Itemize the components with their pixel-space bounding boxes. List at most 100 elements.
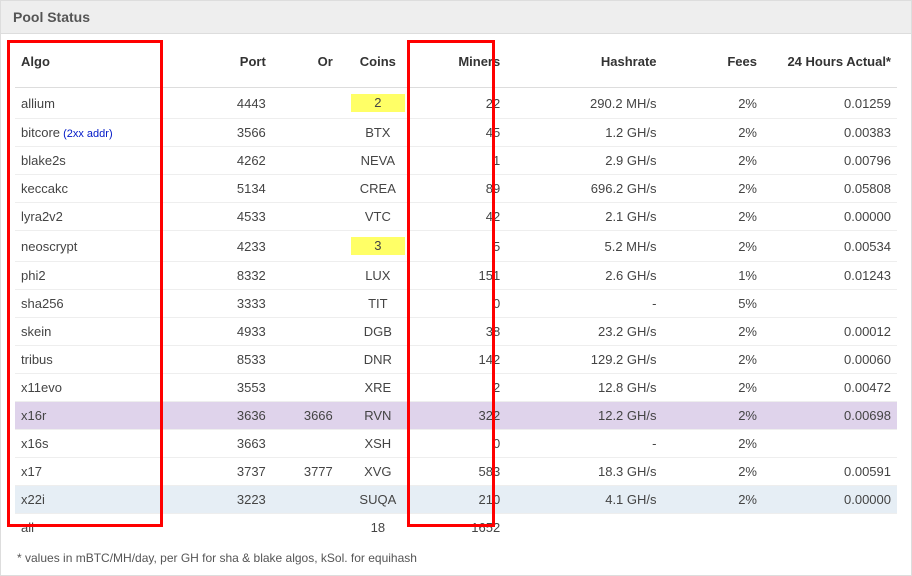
cell-fees: 2% [663, 203, 763, 231]
cell-port: 5134 [205, 175, 272, 203]
cell-hashrate: 2.6 GH/s [506, 262, 662, 290]
cell-port: 8533 [205, 346, 272, 374]
cell-fees: 2% [663, 346, 763, 374]
cell-port: 4533 [205, 203, 272, 231]
cell-hashrate: - [506, 290, 662, 318]
table-row[interactable]: allium4443222290.2 MH/s2%0.01259 [15, 88, 897, 119]
col-port[interactable]: Port [205, 44, 272, 88]
algo-link[interactable]: x11evo [21, 380, 62, 395]
algo-link[interactable]: sha256 [21, 296, 64, 311]
cell-coins: 18 [339, 514, 417, 542]
table-row[interactable]: blake2s4262NEVA12.9 GH/s2%0.00796 [15, 147, 897, 175]
table-row[interactable]: lyra2v24533VTC422.1 GH/s2%0.00000 [15, 203, 897, 231]
col-or[interactable]: Or [272, 44, 339, 88]
cell-miners: 0 [417, 430, 506, 458]
panel-title: Pool Status [1, 1, 911, 34]
table-row[interactable]: neoscrypt4233355.2 MH/s2%0.00534 [15, 231, 897, 262]
cell-coins: 3 [339, 231, 417, 262]
cell-miners: 22 [417, 88, 506, 119]
cell-or [272, 203, 339, 231]
table-row[interactable]: tribus8533DNR142129.2 GH/s2%0.00060 [15, 346, 897, 374]
cell-hashrate: 4.1 GH/s [506, 486, 662, 514]
cell-algo: x16s [15, 430, 205, 458]
cell-port: 3223 [205, 486, 272, 514]
cell-miners: 210 [417, 486, 506, 514]
cell-algo: lyra2v2 [15, 203, 205, 231]
cell-coins: XVG [339, 458, 417, 486]
cell-algo: x22i [15, 486, 205, 514]
cell-algo: bitcore (2xx addr) [15, 119, 205, 147]
table-row[interactable]: skein4933DGB3823.2 GH/s2%0.00012 [15, 318, 897, 346]
algo-link[interactable]: lyra2v2 [21, 209, 63, 224]
cell-port: 4233 [205, 231, 272, 262]
cell-fees: 2% [663, 402, 763, 430]
col-miners[interactable]: Miners [417, 44, 506, 88]
cell-fees: 5% [663, 290, 763, 318]
cell-fees: 2% [663, 119, 763, 147]
cell-coins: 2 [339, 88, 417, 119]
algo-link[interactable]: skein [21, 324, 51, 339]
cell-hashrate: 18.3 GH/s [506, 458, 662, 486]
cell-port: 3333 [205, 290, 272, 318]
algo-link[interactable]: bitcore [21, 125, 60, 140]
col-actual[interactable]: 24 Hours Actual* [763, 44, 897, 88]
cell-hashrate: 2.9 GH/s [506, 147, 662, 175]
col-fees[interactable]: Fees [663, 44, 763, 88]
table-row[interactable]: x1737373777XVG58318.3 GH/s2%0.00591 [15, 458, 897, 486]
cell-port: 8332 [205, 262, 272, 290]
cell-miners: 322 [417, 402, 506, 430]
cell-miners: 1 [417, 147, 506, 175]
algo-link[interactable]: neoscrypt [21, 239, 77, 254]
cell-or [272, 119, 339, 147]
cell-or: 3777 [272, 458, 339, 486]
cell-fees: 2% [663, 147, 763, 175]
cell-algo: allium [15, 88, 205, 119]
algo-link[interactable]: x17 [21, 464, 42, 479]
cell-actual [763, 290, 897, 318]
table-row[interactable]: keccakc5134CREA89696.2 GH/s2%0.05808 [15, 175, 897, 203]
col-hashrate[interactable]: Hashrate [506, 44, 662, 88]
coins-highlight: 3 [351, 237, 405, 255]
algo-link[interactable]: x16r [21, 408, 46, 423]
cell-miners: 583 [417, 458, 506, 486]
table-row[interactable]: sha2563333TIT0-5% [15, 290, 897, 318]
cell-actual: 0.01243 [763, 262, 897, 290]
cell-port: 3737 [205, 458, 272, 486]
cell-fees: 2% [663, 231, 763, 262]
cell-fees: 2% [663, 430, 763, 458]
algo-link[interactable]: tribus [21, 352, 53, 367]
cell-actual: 0.05808 [763, 175, 897, 203]
table-row[interactable]: x11evo3553XRE212.8 GH/s2%0.00472 [15, 374, 897, 402]
cell-actual: 0.00060 [763, 346, 897, 374]
algo-link[interactable]: x16s [21, 436, 48, 451]
cell-actual: 0.00000 [763, 203, 897, 231]
algo-link[interactable]: x22i [21, 492, 45, 507]
algo-link[interactable]: blake2s [21, 153, 66, 168]
cell-or [272, 175, 339, 203]
table-row[interactable]: phi28332LUX1512.6 GH/s1%0.01243 [15, 262, 897, 290]
cell-fees: 1% [663, 262, 763, 290]
cell-port [205, 514, 272, 542]
algo-link[interactable]: phi2 [21, 268, 46, 283]
table-row[interactable]: bitcore (2xx addr)3566BTX451.2 GH/s2%0.0… [15, 119, 897, 147]
table-row[interactable]: x16r36363666RVN32212.2 GH/s2%0.00698 [15, 402, 897, 430]
cell-fees: 2% [663, 175, 763, 203]
cell-algo: neoscrypt [15, 231, 205, 262]
cell-actual: 0.00534 [763, 231, 897, 262]
table-row[interactable]: x16s3663XSH0-2% [15, 430, 897, 458]
cell-hashrate: 1.2 GH/s [506, 119, 662, 147]
table-row[interactable]: x22i3223SUQA2104.1 GH/s2%0.00000 [15, 486, 897, 514]
algo-link[interactable]: allium [21, 96, 55, 111]
cell-fees: 2% [663, 486, 763, 514]
cell-or [272, 430, 339, 458]
col-coins[interactable]: Coins [339, 44, 417, 88]
pool-table: Algo Port Or Coins Miners Hashrate Fees … [15, 44, 897, 541]
col-algo[interactable]: Algo [15, 44, 205, 88]
cell-hashrate: 23.2 GH/s [506, 318, 662, 346]
algo-link[interactable]: keccakc [21, 181, 68, 196]
footnote: * values in mBTC/MH/day, per GH for sha … [15, 541, 897, 569]
coins-highlight: 2 [351, 94, 405, 112]
cell-miners: 38 [417, 318, 506, 346]
cell-coins: LUX [339, 262, 417, 290]
cell-or [272, 514, 339, 542]
